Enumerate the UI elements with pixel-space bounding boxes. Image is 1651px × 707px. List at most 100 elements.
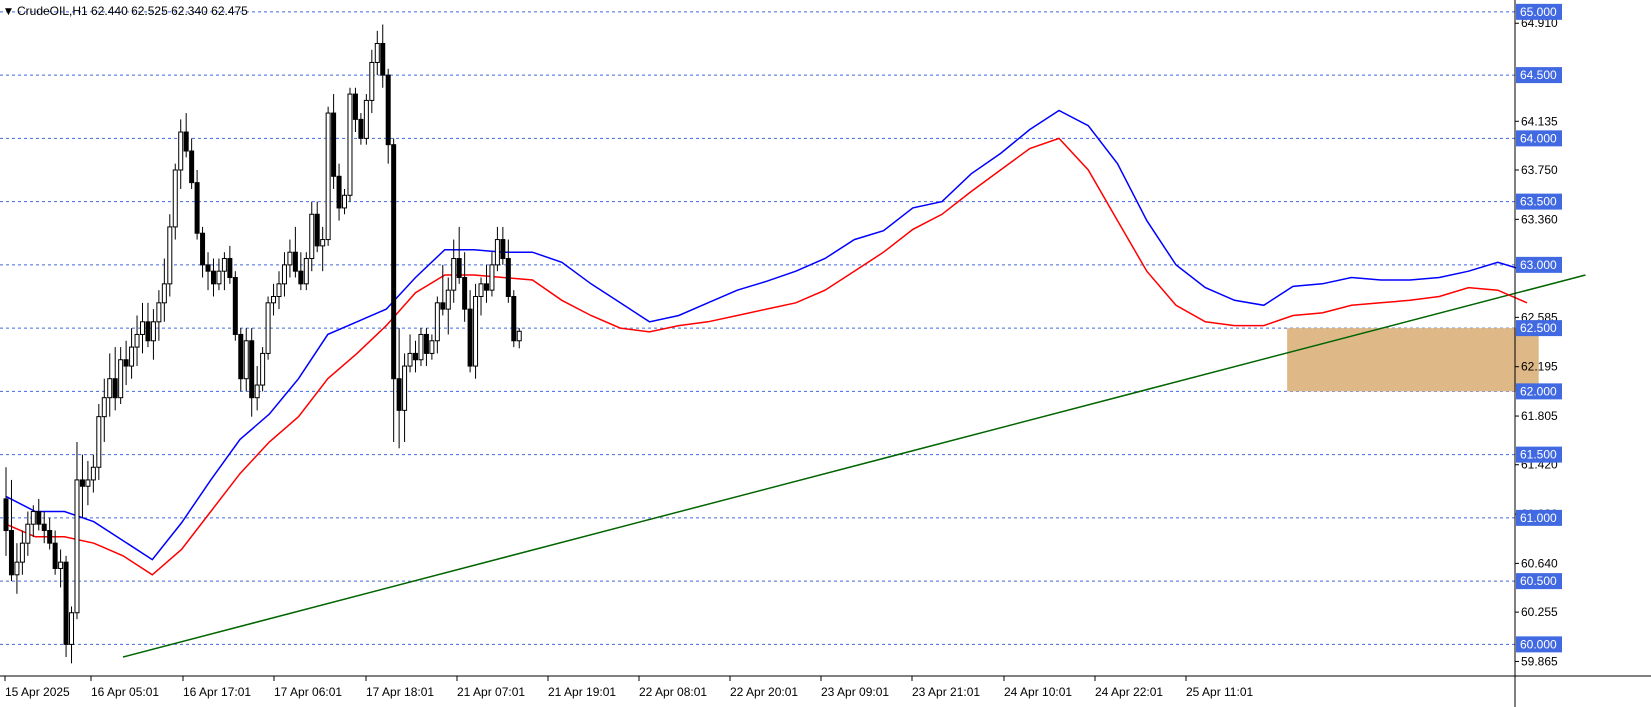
candle-body (489, 264, 495, 291)
x-tick-label: 15 Apr 2025 (5, 685, 70, 699)
y-tick-label: 60.640 (1521, 556, 1558, 570)
candle-body (52, 542, 58, 569)
candle-body (145, 321, 151, 342)
candle-body (14, 561, 20, 576)
candle-body (314, 213, 320, 247)
x-tick-label: 17 Apr 18:01 (366, 685, 434, 699)
y-tick-label: 61.805 (1521, 409, 1558, 423)
candle-body (363, 99, 369, 139)
candle-body (303, 258, 309, 285)
candle-body (85, 479, 91, 487)
x-tick-label: 16 Apr 17:01 (183, 685, 251, 699)
y-tick-label: 63.360 (1521, 212, 1558, 226)
candle-body (58, 561, 64, 569)
candle-body (516, 330, 522, 342)
candle-body (249, 340, 255, 399)
candle-body (69, 612, 75, 645)
candle-body (189, 150, 195, 184)
candle-body (30, 511, 36, 525)
candle-body (342, 194, 348, 209)
candle-body (167, 226, 173, 285)
candle-body (96, 416, 102, 468)
candle-body (429, 340, 435, 354)
candle-body (292, 251, 298, 272)
candle-body (494, 239, 500, 266)
candle-body (456, 258, 462, 279)
candle-body (221, 258, 227, 272)
level-label: 63.000 (1520, 258, 1557, 272)
candle-body (140, 321, 145, 335)
candle-body (3, 498, 9, 532)
x-tick-label: 23 Apr 09:01 (821, 685, 889, 699)
dropdown-marker-icon[interactable]: ▼ (5, 7, 12, 17)
candle-body (200, 232, 206, 266)
candle-body (25, 523, 31, 544)
level-label: 61.000 (1520, 511, 1557, 525)
level-label: 65.000 (1520, 5, 1557, 19)
candle-body (347, 93, 353, 196)
y-tick-label: 64.135 (1521, 114, 1558, 128)
candle-body (352, 93, 358, 120)
y-tick-label: 63.750 (1521, 163, 1558, 177)
candle-body (41, 523, 47, 532)
candle-body (254, 384, 260, 399)
candle-body (374, 42, 380, 63)
x-tick-label: 24 Apr 10:01 (1004, 685, 1072, 699)
symbol-header: ▼ CrudeOIL,H1 62.440 62.525 62.340 62.47… (5, 4, 248, 18)
candle-body (47, 530, 53, 544)
candle-body (440, 302, 446, 310)
candle-body (511, 295, 517, 342)
level-label: 61.500 (1520, 448, 1557, 462)
candle-body (129, 346, 135, 367)
candle-body (467, 308, 473, 367)
y-tick-label: 62.195 (1521, 360, 1558, 374)
candle-body (402, 365, 408, 411)
candle-body (216, 270, 222, 285)
candle-body (336, 175, 342, 209)
level-label: 63.500 (1520, 195, 1557, 209)
candle-body (107, 378, 113, 399)
candle-body (210, 270, 216, 285)
candle-body (156, 302, 162, 323)
candle-body (90, 466, 96, 481)
candle-body (407, 352, 413, 367)
candle-body (331, 112, 337, 177)
candle-body (445, 289, 451, 310)
candle-body (112, 378, 118, 399)
candle-body (123, 359, 129, 367)
candle-body (505, 258, 511, 297)
candle-body (500, 239, 506, 260)
candle-body (194, 182, 200, 234)
x-tick-label: 24 Apr 22:01 (1095, 685, 1163, 699)
candle-body (462, 277, 468, 310)
support-zone (1287, 328, 1539, 392)
candle-body (287, 251, 293, 266)
y-tick-label: 60.255 (1521, 605, 1558, 619)
candle-body (260, 352, 266, 386)
candle-body (423, 333, 429, 354)
candle-body (369, 61, 375, 101)
x-tick-label: 25 Apr 11:01 (1186, 685, 1253, 699)
x-tick-label: 22 Apr 08:01 (639, 685, 707, 699)
candle-body (172, 169, 178, 228)
candle-body (358, 118, 364, 139)
candle-body (325, 112, 331, 241)
price-chart[interactable]: 64.91064.13563.75063.36062.58562.19561.8… (0, 0, 1651, 707)
level-label: 60.500 (1520, 574, 1557, 588)
candle-body (434, 302, 440, 342)
candle-body (79, 479, 85, 487)
level-label: 62.500 (1520, 321, 1557, 335)
candle-body (243, 340, 249, 380)
x-tick-label: 21 Apr 19:01 (548, 685, 616, 699)
candle-body (276, 283, 282, 297)
candle-body (396, 378, 402, 411)
candle-body (298, 270, 304, 285)
candle-body (380, 42, 386, 76)
level-label: 64.000 (1520, 131, 1557, 145)
candle-body (8, 530, 14, 576)
candle-body (265, 302, 271, 354)
candle-body (227, 258, 233, 279)
candle-body (385, 74, 391, 146)
symbol-header-text: CrudeOIL,H1 62.440 62.525 62.340 62.475 (17, 4, 248, 18)
candle-body (118, 359, 124, 399)
